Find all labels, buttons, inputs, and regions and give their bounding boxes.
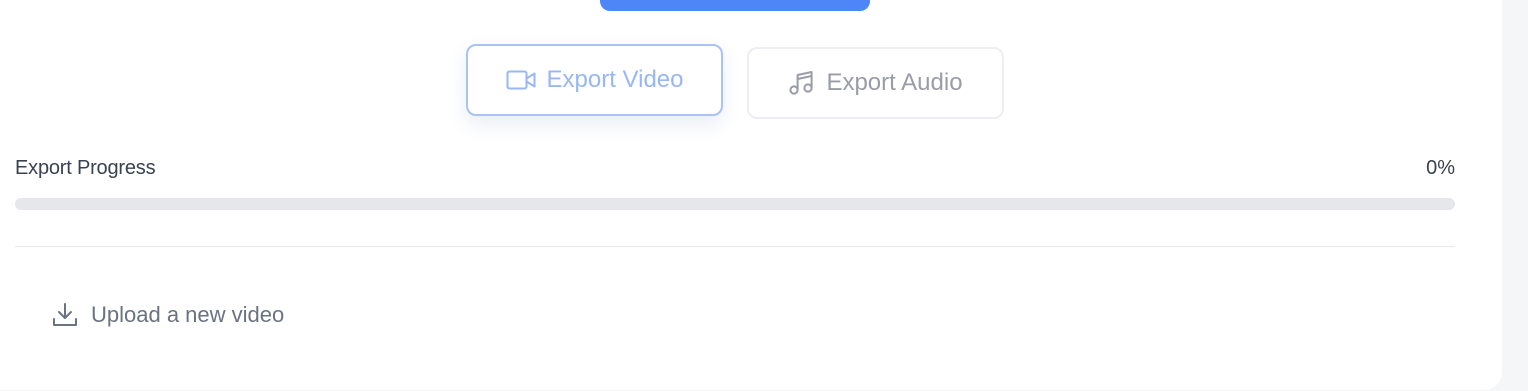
export-progress-label: Export Progress [15, 157, 156, 179]
export-video-label: Export Video [546, 66, 684, 93]
export-video-button[interactable]: Export Video [466, 44, 723, 116]
download-icon [51, 301, 79, 329]
export-progress-bar [15, 198, 1455, 210]
export-progress-value: 0% [1426, 157, 1455, 179]
video-camera-icon [506, 69, 537, 91]
export-audio-label: Export Audio [826, 69, 963, 96]
section-divider [15, 246, 1455, 247]
music-note-icon [788, 70, 816, 96]
upload-new-video-link[interactable]: Upload a new video [51, 301, 284, 329]
upload-new-video-label: Upload a new video [91, 302, 285, 327]
export-audio-button[interactable]: Export Audio [747, 47, 1004, 119]
top-action-button[interactable] [600, 0, 870, 11]
